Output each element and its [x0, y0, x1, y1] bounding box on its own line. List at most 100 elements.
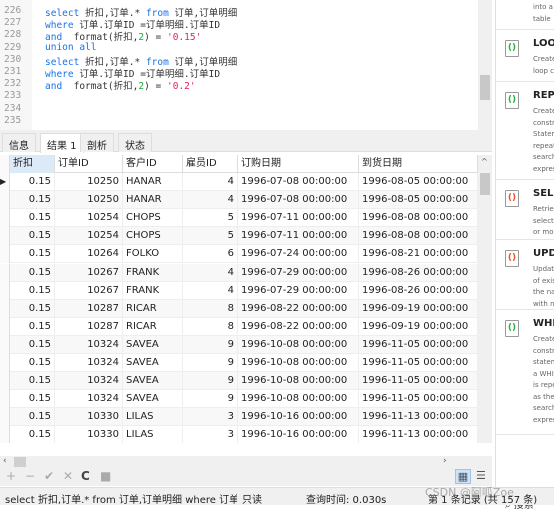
table-cell[interactable]: 0.15	[10, 281, 55, 300]
snippet-item[interactable]: () UPD Updat of exis the na with n	[496, 240, 554, 310]
table-header[interactable]: 折扣 订单ID 客户ID 雇员ID 订购日期 到货日期	[0, 155, 478, 173]
table-cell[interactable]: 0.15	[10, 372, 55, 391]
grid-vertical-scrollbar[interactable]: ^	[478, 155, 492, 443]
row-header[interactable]	[0, 191, 10, 210]
table-cell[interactable]: 0.15	[10, 299, 55, 318]
grid-horizontal-scrollbar[interactable]: ‹ ›	[0, 456, 492, 468]
discard-changes-button[interactable]: ✕	[63, 469, 73, 483]
row-header[interactable]	[0, 354, 10, 372]
row-header[interactable]	[0, 209, 10, 228]
table-cell[interactable]: 4	[183, 281, 238, 300]
delete-record-button[interactable]: −	[25, 469, 35, 483]
table-cell[interactable]: 1996-11-13 00:00:00	[359, 426, 478, 443]
table-cell[interactable]: 1996-07-29 00:00:00	[238, 263, 359, 282]
table-cell[interactable]: 1996-10-08 00:00:00	[238, 390, 359, 409]
row-header[interactable]	[0, 245, 10, 264]
table-cell[interactable]: CHOPS	[123, 209, 183, 228]
table-cell[interactable]: SAVEA	[123, 354, 183, 372]
scroll-up-icon[interactable]: ^	[481, 157, 488, 166]
table-row[interactable]: 0.15 10254 CHOPS 5 1996-07-11 00:00:00 1996-0…	[0, 227, 478, 246]
table-cell[interactable]: 1996-11-05 00:00:00	[359, 354, 478, 372]
table-row[interactable]: 0.15 10267 FRANK 4 1996-07-29 00:00:00 1996-0…	[0, 263, 478, 282]
table-row[interactable]: 0.15 10264 FOLKO 6 1996-07-24 00:00:00 1996-0…	[0, 245, 478, 264]
table-cell[interactable]: 4	[183, 191, 238, 210]
table-cell[interactable]: 10330	[55, 426, 123, 443]
table-cell[interactable]: 5	[183, 227, 238, 246]
table-cell[interactable]: 9	[183, 354, 238, 372]
table-cell[interactable]: LILAS	[123, 426, 183, 443]
table-cell[interactable]: HANAR	[123, 173, 183, 191]
column-header[interactable]: 订单ID	[55, 155, 123, 173]
table-cell[interactable]: 10324	[55, 335, 123, 354]
snippet-item[interactable]: () REP Create constr Statem repeat search …	[496, 82, 554, 180]
column-header[interactable]: 折扣	[10, 155, 55, 173]
table-cell[interactable]: 1996-10-08 00:00:00	[238, 354, 359, 372]
table-cell[interactable]: 1996-08-22 00:00:00	[238, 299, 359, 318]
editor-scroll-thumb[interactable]	[480, 75, 490, 100]
table-cell[interactable]: 0.15	[10, 191, 55, 210]
stop-button[interactable]: ■	[100, 469, 111, 483]
table-cell[interactable]: RICAR	[123, 299, 183, 318]
horizontal-scroll-thumb[interactable]	[14, 457, 26, 467]
table-cell[interactable]: 1996-07-08 00:00:00	[238, 173, 359, 191]
table-row[interactable]: ▶ 0.15 10250 HANAR 4 1996-07-08 00:00:00 1996-…	[0, 173, 478, 191]
table-cell[interactable]: 10287	[55, 317, 123, 336]
table-cell[interactable]: 1996-08-05 00:00:00	[359, 191, 478, 210]
table-cell[interactable]: 1996-07-29 00:00:00	[238, 281, 359, 300]
table-row[interactable]: 0.15 10330 LILAS 3 1996-10-16 00:00:00 1996-1…	[0, 426, 478, 443]
row-header[interactable]	[0, 227, 10, 246]
table-row[interactable]: 0.15 10250 HANAR 4 1996-07-08 00:00:00 1996-0…	[0, 191, 478, 210]
table-cell[interactable]: 10254	[55, 209, 123, 228]
table-cell[interactable]: 1996-08-21 00:00:00	[359, 245, 478, 264]
table-cell[interactable]: 1996-08-26 00:00:00	[359, 263, 478, 282]
snippet-item[interactable]: () WHI Create constr statem a WHI is repe …	[496, 310, 554, 435]
row-header[interactable]	[0, 390, 10, 409]
row-header[interactable]	[0, 155, 10, 173]
table-cell[interactable]: 10324	[55, 354, 123, 372]
table-cell[interactable]: 1996-09-19 00:00:00	[359, 299, 478, 318]
table-cell[interactable]: 10287	[55, 299, 123, 318]
table-cell[interactable]: 1996-11-05 00:00:00	[359, 390, 478, 409]
table-row[interactable]: 0.15 10324 SAVEA 9 1996-10-08 00:00:00 1996-1…	[0, 372, 478, 391]
table-row[interactable]: 0.15 10324 SAVEA 9 1996-10-08 00:00:00 1996-1…	[0, 390, 478, 409]
tab-info[interactable]: 信息	[2, 133, 36, 152]
row-header[interactable]	[0, 281, 10, 300]
table-cell[interactable]: 10250	[55, 173, 123, 191]
form-view-icon[interactable]: ☰	[476, 469, 486, 482]
table-cell[interactable]: 0.15	[10, 335, 55, 354]
table-cell[interactable]: 1996-10-08 00:00:00	[238, 372, 359, 391]
row-header[interactable]	[0, 372, 10, 391]
table-cell[interactable]: 0.15	[10, 209, 55, 228]
table-cell[interactable]: 4	[183, 173, 238, 191]
table-cell[interactable]: RICAR	[123, 317, 183, 336]
grid-scroll-thumb[interactable]	[480, 173, 490, 195]
sql-editor[interactable]: 226 227 228 229 230 231 232 233 234 235 select 折扣…	[0, 0, 492, 130]
row-header[interactable]	[0, 426, 10, 443]
table-cell[interactable]: 1996-11-13 00:00:00	[359, 408, 478, 427]
row-header[interactable]	[0, 299, 10, 318]
table-cell[interactable]: SAVEA	[123, 390, 183, 409]
table-cell[interactable]: 9	[183, 372, 238, 391]
table-row[interactable]: 0.15 10287 RICAR 8 1996-08-22 00:00:00 1996-0…	[0, 317, 478, 336]
table-cell[interactable]: 0.15	[10, 354, 55, 372]
table-cell[interactable]: FOLKO	[123, 245, 183, 264]
tab-status[interactable]: 状态	[118, 133, 152, 152]
table-cell[interactable]: 5	[183, 209, 238, 228]
table-cell[interactable]: 10324	[55, 390, 123, 409]
column-header[interactable]: 雇员ID	[183, 155, 238, 173]
table-cell[interactable]: HANAR	[123, 191, 183, 210]
table-cell[interactable]: 1996-11-05 00:00:00	[359, 335, 478, 354]
table-cell[interactable]: 1996-07-11 00:00:00	[238, 227, 359, 246]
table-cell[interactable]: 1996-09-19 00:00:00	[359, 317, 478, 336]
table-cell[interactable]: 1996-10-08 00:00:00	[238, 335, 359, 354]
table-cell[interactable]: 0.15	[10, 245, 55, 264]
table-cell[interactable]: 9	[183, 335, 238, 354]
apply-changes-button[interactable]: ✔	[44, 469, 54, 483]
table-cell[interactable]: 8	[183, 317, 238, 336]
grid-view-icon[interactable]: ▦	[455, 469, 471, 484]
table-cell[interactable]: SAVEA	[123, 335, 183, 354]
table-cell[interactable]: 1996-08-08 00:00:00	[359, 227, 478, 246]
table-row[interactable]: 0.15 10324 SAVEA 9 1996-10-08 00:00:00 1996-1…	[0, 354, 478, 372]
table-cell[interactable]: 0.15	[10, 173, 55, 191]
table-cell[interactable]: 1996-10-16 00:00:00	[238, 426, 359, 443]
